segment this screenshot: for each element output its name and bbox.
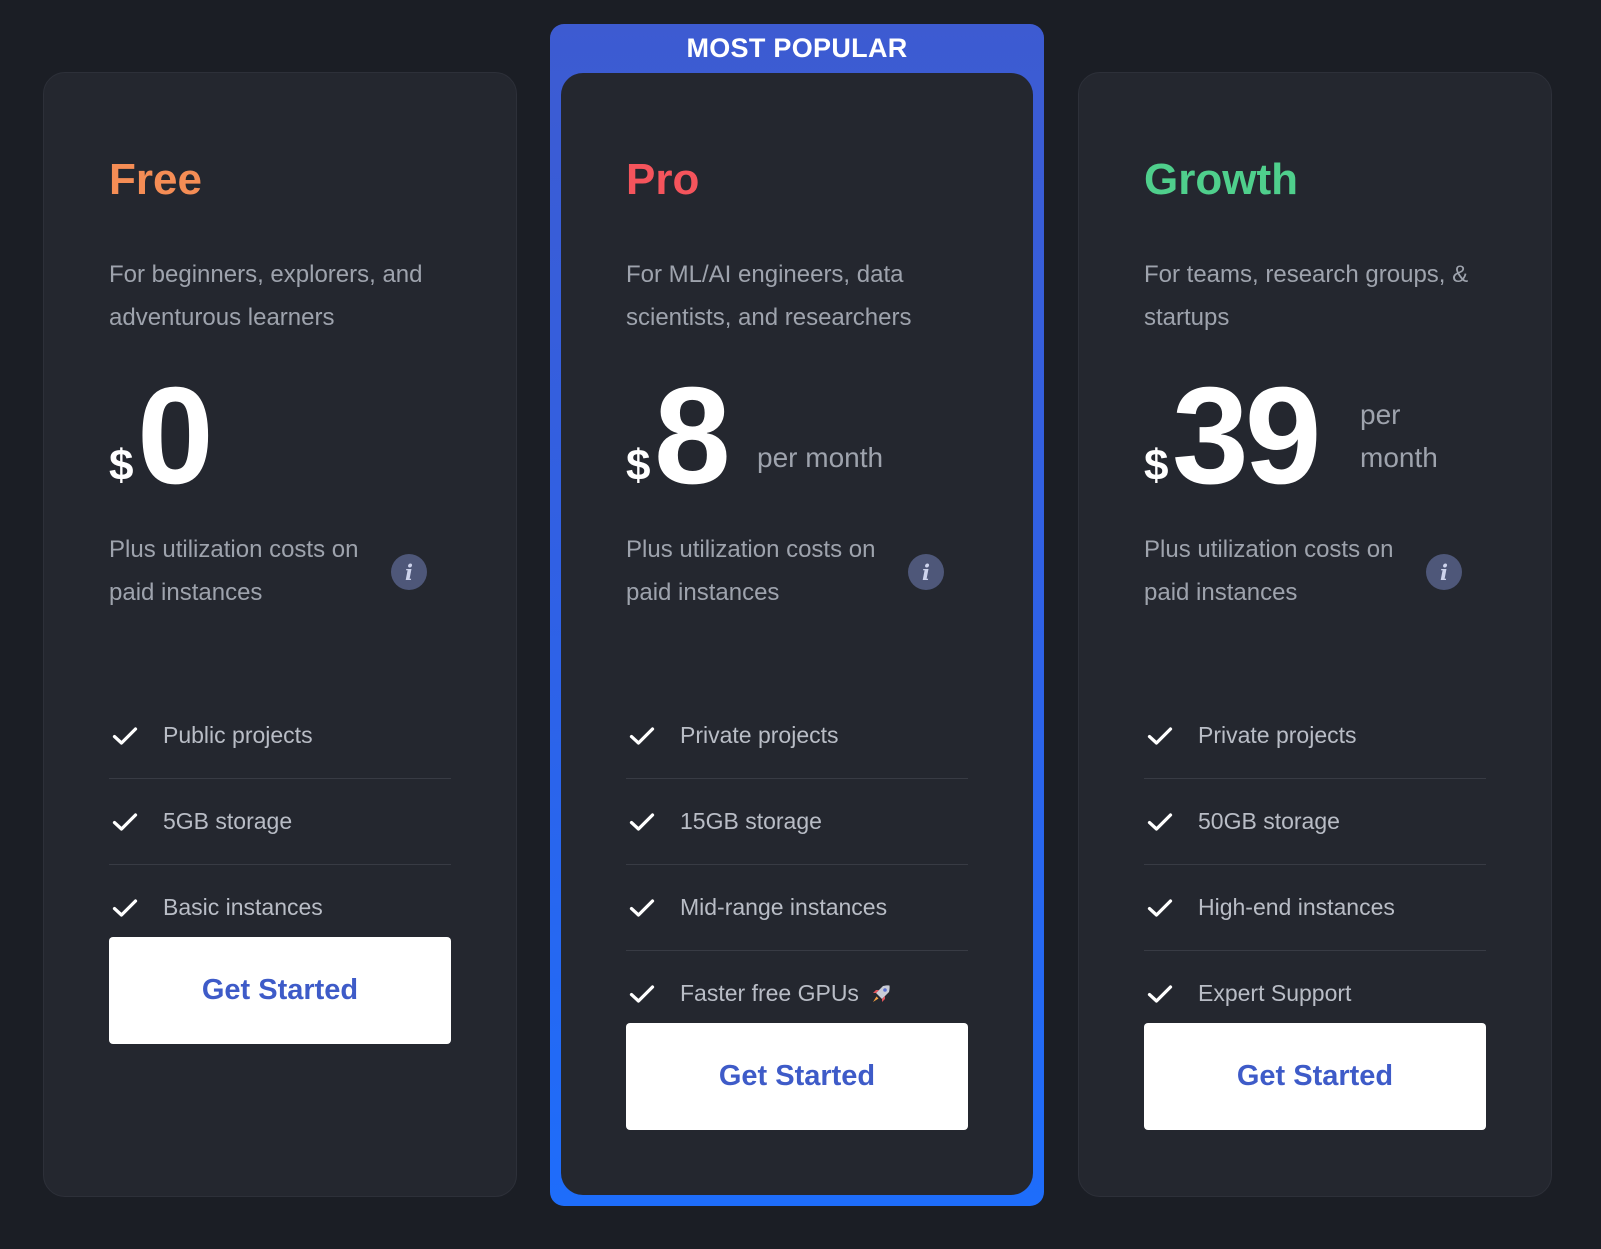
price-amount: 39 [1172,359,1321,513]
info-icon[interactable]: i [1426,554,1462,590]
pricing-page: Free For beginners, explorers, and adven… [0,0,1601,1249]
plan-description: For beginners, explorers, and adventurou… [109,261,423,331]
check-icon [1147,812,1173,831]
price: $ 39 per month [1144,367,1486,505]
feature-item: Public projects [109,693,451,779]
most-popular-badge: MOST POPULAR [686,32,908,63]
utilization-note: Plus utilization costs on paid instances… [1144,528,1486,618]
check-icon [1147,726,1173,745]
feature-label: Expert Support [1198,980,1352,1006]
utilization-note: Plus utilization costs on paid instances… [626,528,968,618]
rocket-icon [872,984,890,1002]
feature-list: Private projects 15GB storage Mid-range … [626,693,968,1037]
currency-symbol: $ [109,441,134,490]
feature-item: 5GB storage [109,779,451,865]
plan-title: Free [109,155,202,204]
plan-card-free: Free For beginners, explorers, and adven… [43,72,517,1197]
feature-label: 5GB storage [163,808,293,834]
feature-label: 15GB storage [680,808,822,834]
feature-list: Public projects 5GB storage Basic instan… [109,693,451,951]
info-icon[interactable]: i [391,554,427,590]
check-icon [112,812,138,831]
plan-description: For teams, research groups, & startups [1144,261,1469,331]
get-started-button[interactable]: Get Started [1144,1023,1486,1130]
plan-card-growth: Growth For teams, research groups, & sta… [1078,72,1552,1197]
check-icon [629,812,655,831]
price: $ 8 per month [626,367,968,505]
check-icon [112,898,138,917]
price-amount: 0 [137,359,214,513]
feature-item: High-end instances [1144,865,1486,951]
currency-symbol: $ [626,441,651,490]
billing-period: per month [1360,399,1438,473]
price: $ 0 [109,367,451,505]
feature-label: Basic instances [163,894,323,920]
get-started-button[interactable]: Get Started [626,1023,968,1130]
get-started-button[interactable]: Get Started [109,937,451,1044]
feature-label: 50GB storage [1198,808,1340,834]
feature-item: Private projects [1144,693,1486,779]
utilization-text: Plus utilization costs on paid instances [626,536,876,606]
plan-title: Pro [626,155,700,204]
check-icon [1147,984,1173,1003]
check-icon [629,726,655,745]
feature-label: Private projects [1198,722,1357,748]
feature-list: Private projects 50GB storage High-end i… [1144,693,1486,1037]
feature-label: Public projects [163,722,313,748]
feature-item: 15GB storage [626,779,968,865]
feature-item: Private projects [626,693,968,779]
check-icon [629,984,655,1003]
utilization-text: Plus utilization costs on paid instances [109,536,359,606]
feature-item: 50GB storage [1144,779,1486,865]
feature-label: Private projects [680,722,839,748]
price-amount: 8 [654,359,731,513]
check-icon [112,726,138,745]
billing-period: per month [757,442,884,473]
featured-plan-frame: MOST POPULAR Pro For ML/AI engineers, da… [550,24,1044,1206]
feature-label: High-end instances [1198,894,1395,920]
check-icon [629,898,655,917]
utilization-text: Plus utilization costs on paid instances [1144,536,1394,606]
info-icon[interactable]: i [908,554,944,590]
plan-title: Growth [1144,155,1298,204]
currency-symbol: $ [1144,441,1169,490]
feature-label: Faster free GPUs [680,980,859,1006]
utilization-note: Plus utilization costs on paid instances… [109,528,451,618]
feature-item: Mid-range instances [626,865,968,951]
feature-label: Mid-range instances [680,894,888,920]
check-icon [1147,898,1173,917]
plan-description: For ML/AI engineers, data scientists, an… [626,261,912,331]
plan-card-pro: Pro For ML/AI engineers, data scientists… [561,73,1033,1195]
